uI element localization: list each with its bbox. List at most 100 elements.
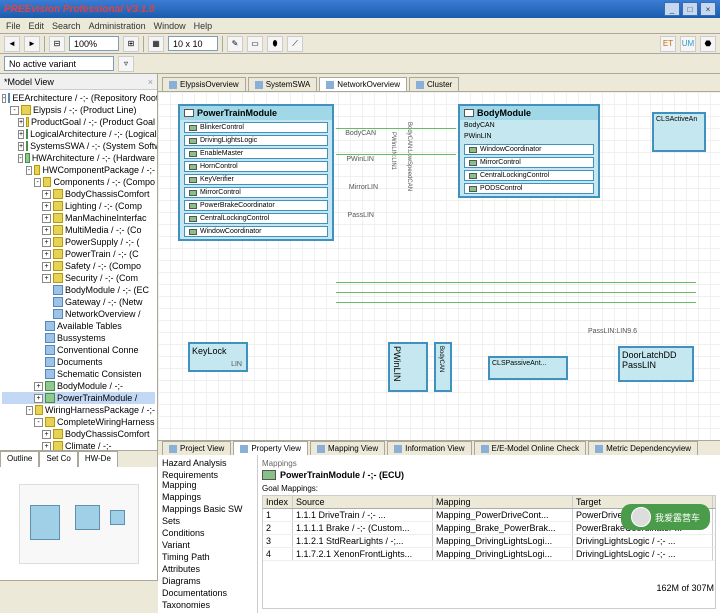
component[interactable]: EnableMaster (184, 148, 328, 159)
keylock-module[interactable]: KeyLockLIN (188, 342, 248, 372)
outline-tab[interactable]: HW-De (78, 451, 118, 467)
category-item[interactable]: Mappings (160, 491, 255, 503)
tree-node[interactable]: +SystemsSWA / -;- (System Softw (2, 140, 155, 152)
expand-icon[interactable]: + (42, 202, 51, 211)
cls-passive-module[interactable]: CLSPassiveAnt... (488, 356, 568, 380)
expand-icon[interactable]: + (18, 118, 24, 127)
editor-tab[interactable]: SystemSWA (248, 77, 318, 91)
tree-node[interactable]: -EEArchitecture / -;- (Repository Root) (2, 92, 155, 104)
expand-icon[interactable]: + (42, 214, 51, 223)
expand-icon[interactable]: - (26, 166, 32, 175)
filter-icon[interactable]: ▿ (118, 56, 134, 72)
expand-icon[interactable]: - (10, 106, 19, 115)
maximize-button[interactable]: □ (682, 2, 698, 16)
expand-icon[interactable]: + (18, 142, 24, 151)
editor-tab[interactable]: NetworkOverview (319, 77, 407, 91)
tree-node[interactable]: -HWComponentPackage / -;- (2, 164, 155, 176)
tool-icon[interactable]: ⟋ (287, 36, 303, 52)
bottom-tab[interactable]: Mapping View (310, 441, 385, 455)
menu-administration[interactable]: Administration (89, 21, 146, 31)
tree-node[interactable]: +Security / -;- (Com (2, 272, 155, 284)
nav-back-button[interactable]: ◄ (4, 36, 20, 52)
table-row[interactable]: 41.1.7.2.1 XenonFrontLights...Mapping_Dr… (263, 548, 715, 561)
chat-badge[interactable]: 我爱露营车 (621, 504, 710, 530)
powertrain-module[interactable]: PowerTrainModule BlinkerControlDrivingLi… (178, 104, 334, 241)
expand-icon[interactable]: + (42, 250, 51, 259)
tree-node[interactable]: Bussystems (2, 332, 155, 344)
component[interactable]: PowerBrakeCoordinator (184, 200, 328, 211)
tree-node[interactable]: +LogicalArchitecture / -;- (Logical (2, 128, 155, 140)
category-item[interactable]: Requirements Mapping (160, 469, 255, 491)
tool-icon[interactable]: UM (680, 36, 696, 52)
pwin-module[interactable]: PWinLIN (388, 342, 428, 392)
menu-file[interactable]: File (6, 21, 21, 31)
tree-node[interactable]: -WiringHarnessPackage / -;- (2, 404, 155, 416)
tree-node[interactable]: +Lighting / -;- (Comp (2, 200, 155, 212)
tree-node[interactable]: Conventional Conne (2, 344, 155, 356)
expand-icon[interactable]: + (42, 190, 51, 199)
component[interactable]: PODSControl (464, 183, 594, 194)
col-header[interactable]: Mapping (433, 496, 573, 508)
editor-tab[interactable]: ElypsisOverview (162, 77, 246, 91)
variant-combo[interactable]: No active variant (4, 56, 114, 71)
grid-combo[interactable]: 10 x 10 (168, 36, 218, 51)
col-header[interactable]: Source (293, 496, 433, 508)
menu-window[interactable]: Window (154, 21, 186, 31)
component[interactable]: MirrorControl (184, 187, 328, 198)
component[interactable]: WindowCoordinator (464, 144, 594, 155)
bottom-tab[interactable]: Information View (387, 441, 471, 455)
outline-minimap[interactable] (0, 467, 157, 580)
tree-node[interactable]: NetworkOverview / (2, 308, 155, 320)
category-item[interactable]: Variant (160, 539, 255, 551)
category-item[interactable]: Timing Path (160, 551, 255, 563)
outline-tab[interactable]: Outline (0, 451, 39, 467)
expand-icon[interactable]: + (42, 430, 51, 439)
model-tree[interactable]: -EEArchitecture / -;- (Repository Root) -… (0, 90, 157, 450)
expand-icon[interactable]: + (42, 274, 51, 283)
nav-fwd-button[interactable]: ► (24, 36, 40, 52)
category-item[interactable]: Conditions (160, 527, 255, 539)
component[interactable]: DrivingLightsLogic (184, 135, 328, 146)
tool-icon[interactable]: ET (660, 36, 676, 52)
expand-icon[interactable]: + (18, 130, 24, 139)
zoom-in-button[interactable]: ⊞ (123, 36, 139, 52)
tree-node[interactable]: +Safety / -;- (Compo (2, 260, 155, 272)
cls-active-module[interactable]: CLSActiveAn (652, 112, 706, 152)
expand-icon[interactable]: + (34, 394, 43, 403)
component[interactable]: CentralLockingControl (464, 170, 594, 181)
diagram-canvas[interactable]: PowerTrainModule BlinkerControlDrivingLi… (158, 92, 720, 440)
category-item[interactable]: Documentations (160, 587, 255, 599)
tree-node[interactable]: -HWArchitecture / -;- (Hardware (2, 152, 155, 164)
grid-button[interactable]: ▦ (148, 36, 164, 52)
tree-node[interactable]: Gateway / -;- (Netw (2, 296, 155, 308)
tree-node[interactable]: +BodyChassisComfort (2, 188, 155, 200)
outline-tab[interactable]: Set Co (39, 451, 77, 467)
tree-node[interactable]: Available Tables (2, 320, 155, 332)
doorlatch-module[interactable]: DoorLatchDDPassLIN (618, 346, 694, 382)
body-module[interactable]: BodyModule BodyCAN PWinLIN WindowCoordin… (458, 104, 600, 198)
close-icon[interactable]: × (148, 77, 153, 87)
minimize-button[interactable]: _ (664, 2, 680, 16)
tool-icon[interactable]: ⬣ (700, 36, 716, 52)
expand-icon[interactable]: + (42, 238, 51, 247)
category-item[interactable]: Sets (160, 515, 255, 527)
expand-icon[interactable]: - (18, 154, 23, 163)
tree-node[interactable]: Documents (2, 356, 155, 368)
editor-tab[interactable]: Cluster (409, 77, 459, 91)
expand-icon[interactable]: - (34, 418, 43, 427)
menu-search[interactable]: Search (52, 21, 81, 31)
tree-node[interactable]: +ProductGoal / -;- (Product Goal (2, 116, 155, 128)
tree-node[interactable]: +Climate / -;- (2, 440, 155, 450)
expand-icon[interactable]: + (34, 382, 43, 391)
property-categories[interactable]: Hazard AnalysisRequirements MappingMappi… (158, 455, 258, 613)
tree-node[interactable]: -CompleteWiringHarness (2, 416, 155, 428)
bottom-tab[interactable]: Metric Dependencyview (588, 441, 698, 455)
component[interactable]: HornControl (184, 161, 328, 172)
close-button[interactable]: × (700, 2, 716, 16)
tree-node[interactable]: BodyModule / -;- (EC (2, 284, 155, 296)
component[interactable]: WindowCoordinator (184, 226, 328, 237)
zoom-combo[interactable]: 100% (69, 36, 119, 51)
tree-node[interactable]: +BodyChassisComfort (2, 428, 155, 440)
menu-edit[interactable]: Edit (29, 21, 45, 31)
component[interactable]: MirrorControl (464, 157, 594, 168)
